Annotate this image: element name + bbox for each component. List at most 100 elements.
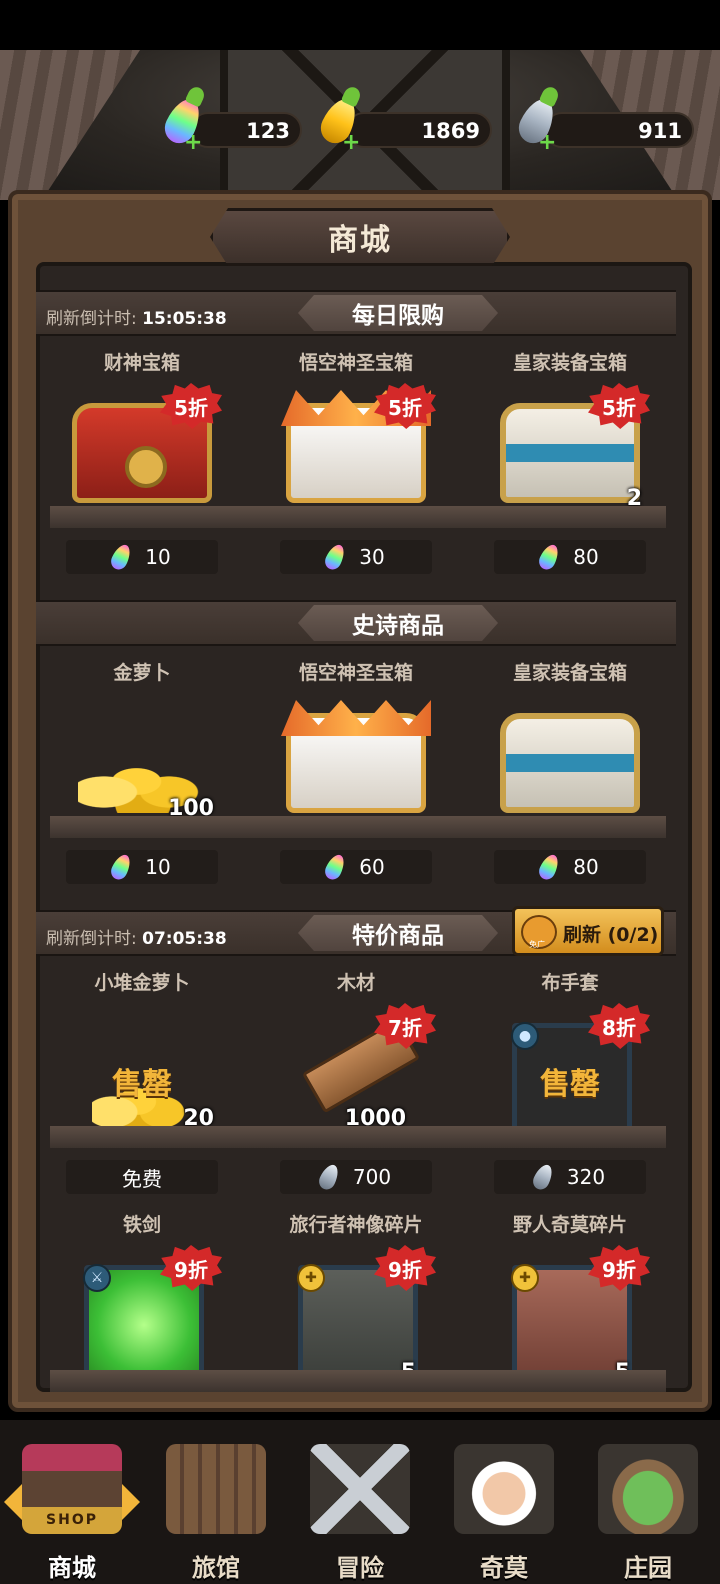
price-button[interactable]: 10 bbox=[66, 540, 218, 574]
nav-label: 冒险 bbox=[336, 1554, 384, 1582]
holy-chest-icon bbox=[286, 713, 426, 813]
shop-item-iron-sword[interactable]: 铁剑 ⚔ 9折 bbox=[42, 1210, 242, 1395]
qimo-icon bbox=[454, 1444, 554, 1534]
currency-value: 123 bbox=[246, 119, 290, 143]
armor-type-icon: ● bbox=[511, 1022, 539, 1050]
nav-label: 庄园 bbox=[624, 1554, 672, 1582]
cat-ad-free-icon: 免广 bbox=[521, 915, 557, 949]
rainbow-carrot-icon bbox=[322, 541, 349, 573]
shelf bbox=[50, 506, 666, 528]
price-value: 30 bbox=[359, 545, 385, 569]
inn-icon bbox=[166, 1444, 266, 1534]
rainbow-carrot-icon bbox=[108, 851, 135, 883]
adventure-icon bbox=[310, 1444, 410, 1534]
item-name: 皇家装备宝箱 bbox=[512, 352, 627, 374]
page-title-plate: 商城 bbox=[210, 208, 510, 266]
nav-label: 奇莫 bbox=[480, 1554, 528, 1582]
shop-item-small-gold-carrot[interactable]: 小堆金萝卜 售罄 20 bbox=[42, 968, 242, 1133]
nav-item-adventure[interactable]: 冒险 bbox=[288, 1420, 432, 1584]
status-bar bbox=[0, 0, 720, 50]
item-name: 财神宝箱 bbox=[103, 352, 180, 374]
price-button[interactable]: 80 bbox=[494, 850, 646, 884]
section-daily-header: 刷新倒计时: 15:05:38 每日限购 bbox=[36, 290, 676, 336]
shop-item-royal-chest[interactable]: 皇家装备宝箱 5折 2 bbox=[470, 348, 670, 513]
shop-item-royal-chest[interactable]: 皇家装备宝箱 bbox=[470, 658, 670, 823]
item-name: 木材 bbox=[336, 972, 375, 994]
item-art: ● 8折 售罄 bbox=[490, 1003, 650, 1143]
special-price-row: 免费 700 320 bbox=[56, 1160, 660, 1196]
shop-item-wukong-chest[interactable]: 悟空神圣宝箱 bbox=[256, 658, 456, 823]
add-silver-button[interactable]: + bbox=[538, 132, 556, 154]
timer-label: 刷新倒计时: bbox=[46, 929, 137, 949]
shop-icon: SHOP bbox=[22, 1444, 122, 1534]
silver-carrot-icon bbox=[316, 1161, 342, 1193]
section-tag-label: 特价商品 bbox=[352, 923, 444, 949]
nav-item-qimo[interactable]: 奇莫 bbox=[432, 1420, 576, 1584]
daily-price-row: 10 30 80 bbox=[56, 540, 660, 576]
price-value: 700 bbox=[352, 1165, 392, 1189]
price-button[interactable]: 80 bbox=[494, 540, 646, 574]
puzzle-icon: ✚ bbox=[297, 1264, 325, 1292]
rainbow-carrot-icon bbox=[536, 851, 563, 883]
item-art: 100 bbox=[62, 693, 222, 823]
price-button[interactable]: 10 bbox=[66, 850, 218, 884]
shop-item-wood[interactable]: 木材 7折 1000 bbox=[256, 968, 456, 1133]
rainbow-carrot-icon bbox=[322, 851, 349, 883]
currency-value: 1869 bbox=[421, 119, 480, 143]
rainbow-carrot-icon bbox=[108, 541, 135, 573]
shop-item-savage-qimo-fragment[interactable]: 野人奇莫碎片 ✚ 9折 5 bbox=[470, 1210, 670, 1395]
item-art: 7折 1000 bbox=[276, 1003, 436, 1133]
timer-value: 07:05:38 bbox=[142, 929, 227, 949]
soldout-label: 售罄 bbox=[540, 1067, 600, 1102]
price-value: 60 bbox=[359, 855, 385, 879]
section-epic-header: 史诗商品 bbox=[36, 600, 676, 646]
price-button[interactable]: 免费 bbox=[66, 1160, 218, 1194]
section-tag-label: 史诗商品 bbox=[352, 613, 444, 639]
price-value: 80 bbox=[573, 855, 599, 879]
shop-item-traveler-statue-fragment[interactable]: 旅行者神像碎片 ✚ 9折 5 bbox=[256, 1210, 456, 1395]
shelf bbox=[50, 816, 666, 838]
item-art: 5折 bbox=[62, 383, 222, 513]
item-name: 金萝卜 bbox=[113, 662, 171, 684]
nav-item-manor[interactable]: 庄园 bbox=[576, 1420, 720, 1584]
refresh-label: 刷新 (0/2) bbox=[563, 924, 659, 946]
currency-rainbow: 123 bbox=[190, 112, 302, 148]
price-button[interactable]: 700 bbox=[280, 1160, 432, 1194]
item-art: 5折 2 bbox=[490, 383, 650, 513]
shop-item-gold-carrot[interactable]: 金萝卜 100 bbox=[42, 658, 242, 823]
bottom-nav: SHOP 商城 旅馆 冒险 奇莫 庄园 bbox=[0, 1420, 720, 1584]
price-button[interactable]: 320 bbox=[494, 1160, 646, 1194]
currency-value: 911 bbox=[638, 119, 682, 143]
add-gold-button[interactable]: + bbox=[342, 132, 360, 154]
puzzle-icon: ✚ bbox=[511, 1264, 539, 1292]
nav-item-shop[interactable]: SHOP 商城 bbox=[0, 1420, 144, 1584]
shelf bbox=[50, 1370, 666, 1392]
curtain-left bbox=[0, 50, 140, 200]
refresh-button[interactable]: 免广 刷新 (0/2) bbox=[512, 906, 664, 956]
chevron-left-icon bbox=[4, 1484, 22, 1520]
timer-label: 刷新倒计时: bbox=[46, 309, 137, 329]
shop-item-cloth-glove[interactable]: 布手套 ● 8折 售罄 bbox=[470, 968, 670, 1143]
shelf bbox=[50, 1126, 666, 1148]
royal-chest-icon bbox=[500, 713, 640, 813]
item-name: 悟空神圣宝箱 bbox=[298, 352, 413, 374]
add-rainbow-button[interactable]: + bbox=[184, 132, 202, 154]
item-art bbox=[276, 693, 436, 823]
currency-gold: 1869 bbox=[346, 112, 492, 148]
shop-item-wukong-chest[interactable]: 悟空神圣宝箱 5折 bbox=[256, 348, 456, 513]
shop-sign-text: SHOP bbox=[46, 1512, 98, 1528]
item-art: 5折 bbox=[276, 383, 436, 513]
item-name: 悟空神圣宝箱 bbox=[298, 662, 413, 684]
section-tag-label: 每日限购 bbox=[352, 303, 444, 329]
silver-carrot-icon bbox=[530, 1161, 556, 1193]
item-name: 野人奇莫碎片 bbox=[512, 1214, 627, 1236]
price-value: 10 bbox=[145, 855, 171, 879]
price-button[interactable]: 30 bbox=[280, 540, 432, 574]
nav-item-inn[interactable]: 旅馆 bbox=[144, 1420, 288, 1584]
price-button[interactable]: 60 bbox=[280, 850, 432, 884]
manor-icon bbox=[598, 1444, 698, 1534]
shop-item-caishen-chest[interactable]: 财神宝箱 5折 bbox=[42, 348, 242, 513]
nav-label: 商城 bbox=[48, 1554, 96, 1582]
nav-label: 旅馆 bbox=[192, 1554, 240, 1582]
price-value: 10 bbox=[145, 545, 171, 569]
